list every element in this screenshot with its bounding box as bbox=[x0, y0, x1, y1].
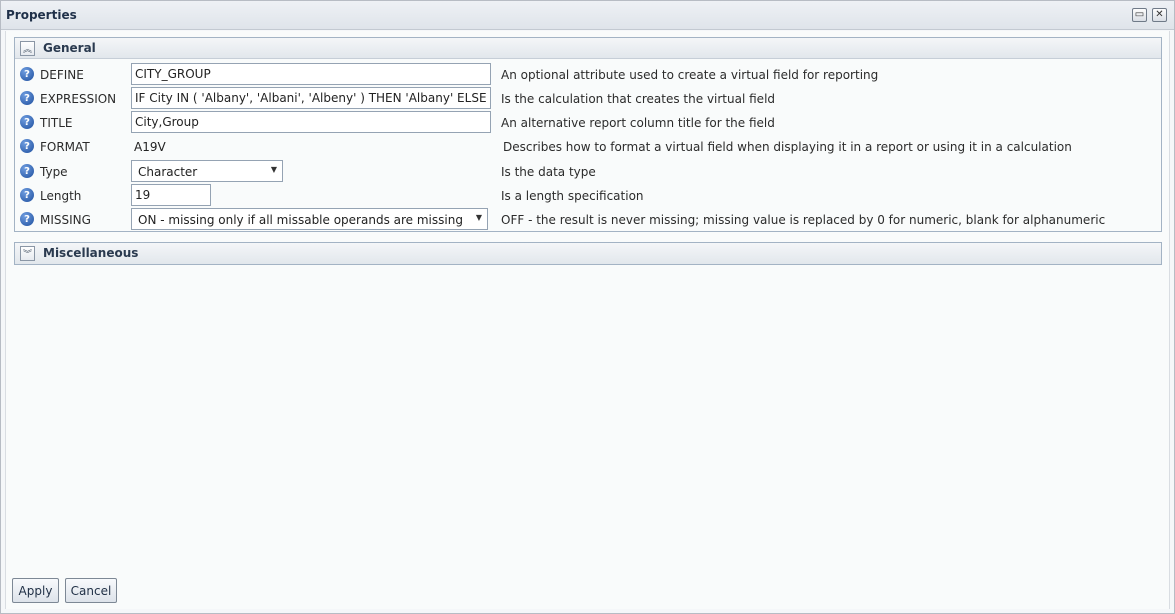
length-input[interactable]: 19 bbox=[131, 184, 211, 206]
miscellaneous-panel: ︾ Miscellaneous bbox=[14, 242, 1162, 265]
help-icon[interactable]: ? bbox=[20, 164, 34, 178]
cancel-button[interactable]: Cancel bbox=[65, 578, 117, 603]
collapse-icon[interactable]: ︽ bbox=[20, 41, 35, 56]
expression-label: EXPRESSION bbox=[40, 92, 117, 106]
chevron-down-icon[interactable]: ▼ bbox=[271, 165, 277, 174]
length-label: Length bbox=[40, 189, 82, 203]
chevron-down-icon[interactable]: ▼ bbox=[476, 213, 482, 222]
format-description: Describes how to format a virtual field … bbox=[503, 140, 1072, 154]
expand-icon[interactable]: ︾ bbox=[20, 246, 35, 261]
help-icon[interactable]: ? bbox=[20, 139, 34, 153]
type-label: Type bbox=[40, 165, 68, 179]
expression-description: Is the calculation that creates the virt… bbox=[501, 92, 776, 106]
miscellaneous-panel-title: Miscellaneous bbox=[43, 246, 139, 260]
type-row: ? Type Character ▼ Is the data type bbox=[15, 160, 1161, 182]
miscellaneous-panel-header[interactable]: ︾ Miscellaneous bbox=[15, 243, 1161, 264]
general-panel: ︽ General ? DEFINE CITY_GROUP An optiona… bbox=[14, 37, 1162, 232]
define-label: DEFINE bbox=[40, 68, 84, 82]
length-description: Is a length specification bbox=[501, 189, 644, 203]
length-row: ? Length 19 Is a length specification bbox=[15, 184, 1161, 206]
format-label: FORMAT bbox=[40, 140, 90, 154]
title-row: ? TITLE City,Group An alternative report… bbox=[15, 111, 1161, 133]
close-icon[interactable]: ✕ bbox=[1152, 8, 1167, 22]
window-title: Properties bbox=[6, 8, 77, 22]
missing-select[interactable]: ON - missing only if all missable operan… bbox=[131, 208, 488, 230]
expression-row: ? EXPRESSION IF City IN ( 'Albany', 'Alb… bbox=[15, 87, 1161, 109]
expression-input[interactable]: IF City IN ( 'Albany', 'Albani', 'Albeny… bbox=[131, 87, 491, 109]
format-row: ? FORMAT A19V Describes how to format a … bbox=[15, 135, 1161, 157]
apply-button[interactable]: Apply bbox=[12, 578, 59, 603]
general-panel-header[interactable]: ︽ General bbox=[15, 38, 1161, 59]
missing-row: ? MISSING ON - missing only if all missa… bbox=[15, 208, 1161, 230]
help-icon[interactable]: ? bbox=[20, 91, 34, 105]
help-icon[interactable]: ? bbox=[20, 188, 34, 202]
help-icon[interactable]: ? bbox=[20, 115, 34, 129]
type-select-value: Character bbox=[138, 165, 198, 179]
restore-icon[interactable]: ▭ bbox=[1132, 8, 1147, 22]
properties-window: Properties ▭ ✕ ︽ General ? DEFINE CITY_G… bbox=[0, 0, 1175, 614]
properties-content: ︽ General ? DEFINE CITY_GROUP An optiona… bbox=[5, 31, 1170, 609]
missing-label: MISSING bbox=[40, 213, 91, 227]
help-icon[interactable]: ? bbox=[20, 67, 34, 81]
title-label: TITLE bbox=[40, 116, 73, 130]
title-input[interactable]: City,Group bbox=[131, 111, 491, 133]
title-description: An alternative report column title for t… bbox=[501, 116, 775, 130]
help-icon[interactable]: ? bbox=[20, 212, 34, 226]
define-row: ? DEFINE CITY_GROUP An optional attribut… bbox=[15, 63, 1161, 85]
general-panel-title: General bbox=[43, 41, 96, 55]
format-value: A19V bbox=[134, 140, 166, 154]
define-description: An optional attribute used to create a v… bbox=[501, 68, 879, 82]
define-input[interactable]: CITY_GROUP bbox=[131, 63, 491, 85]
missing-description: OFF - the result is never missing; missi… bbox=[501, 213, 1106, 227]
missing-select-value: ON - missing only if all missable operan… bbox=[138, 213, 463, 227]
title-bar: Properties ▭ ✕ bbox=[1, 1, 1174, 30]
type-select[interactable]: Character ▼ bbox=[131, 160, 283, 182]
type-description: Is the data type bbox=[501, 165, 596, 179]
